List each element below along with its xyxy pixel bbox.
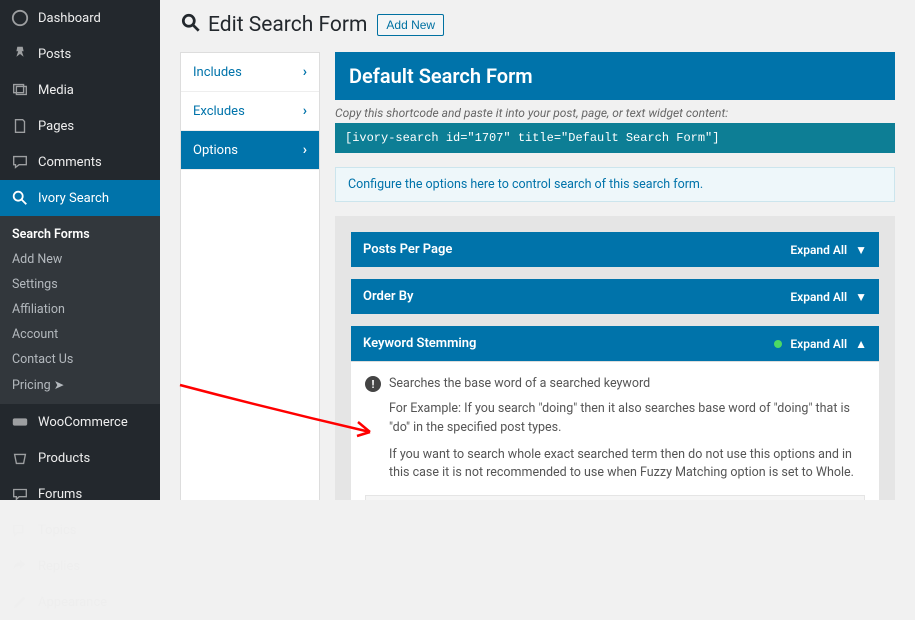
tab-excludes[interactable]: Excludes ›: [181, 92, 319, 131]
sidebar-label: Replies: [38, 559, 80, 574]
info-icon: !: [365, 376, 381, 392]
search-icon: [180, 12, 202, 38]
accordion-order-by[interactable]: Order By Expand All ▼: [351, 279, 879, 314]
submenu-add-new[interactable]: Add New: [0, 247, 160, 272]
expand-all-label: Expand All: [790, 243, 847, 257]
sidebar-label: Dashboard: [38, 11, 101, 26]
sidebar-label: Forums: [38, 487, 82, 502]
sidebar-label: WooCommerce: [38, 415, 128, 430]
appearance-icon: [10, 592, 30, 612]
pages-icon: [10, 116, 30, 136]
sidebar-item-replies[interactable]: Replies: [0, 548, 160, 584]
page-title: Edit Search Form: [208, 13, 367, 37]
admin-sidebar: Dashboard Posts Media Pages Comments Ivo…: [0, 0, 160, 500]
sidebar-item-products[interactable]: Products: [0, 440, 160, 476]
tabs-panel: Includes › Excludes › Options ›: [180, 52, 320, 500]
chevron-up-icon: ▲: [855, 337, 867, 351]
form-main: Default Search Form Copy this shortcode …: [335, 52, 895, 500]
sidebar-item-ivory-search[interactable]: Ivory Search: [0, 180, 160, 216]
shortcode-box[interactable]: [ivory-search id="1707" title="Default S…: [335, 123, 895, 153]
stemming-example: For Example: If you search "doing" then …: [389, 400, 865, 438]
forums-icon: [10, 484, 30, 504]
media-icon: [10, 80, 30, 100]
sidebar-label: Products: [38, 451, 90, 466]
comments-icon: [10, 152, 30, 172]
expand-all-label: Expand All: [790, 290, 847, 304]
chevron-right-icon: ›: [303, 64, 307, 80]
replies-icon: [10, 556, 30, 576]
sidebar-submenu: Search Forms Add New Settings Affiliatio…: [0, 216, 160, 404]
chevron-right-icon: ›: [303, 103, 307, 119]
toggle-block: Also search base word of searched keywor…: [365, 495, 865, 500]
search-icon: [10, 188, 30, 208]
submenu-contact-us[interactable]: Contact Us: [0, 347, 160, 372]
sidebar-item-media[interactable]: Media: [0, 72, 160, 108]
accordion-title: Order By: [363, 289, 413, 304]
sidebar-item-comments[interactable]: Comments: [0, 144, 160, 180]
tab-options[interactable]: Options ›: [181, 131, 319, 170]
page-header: Edit Search Form Add New: [180, 0, 895, 52]
sidebar-item-forums[interactable]: Forums: [0, 476, 160, 512]
sidebar-label: Ivory Search: [38, 191, 109, 206]
sidebar-label: Posts: [38, 47, 71, 62]
submenu-search-forms[interactable]: Search Forms: [0, 222, 160, 247]
expand-all-label: Expand All: [790, 337, 847, 351]
main-content: Edit Search Form Add New Includes › Exclu…: [160, 0, 915, 500]
chevron-down-icon: ▼: [855, 243, 867, 257]
sidebar-label: Pages: [38, 119, 74, 134]
tab-includes[interactable]: Includes ›: [181, 53, 319, 92]
submenu-account[interactable]: Account: [0, 322, 160, 347]
pin-icon: [10, 44, 30, 64]
accordion-body-keyword-stemming: ! Searches the base word of a searched k…: [351, 361, 879, 500]
accordion-keyword-stemming[interactable]: Keyword Stemming Expand All ▲: [351, 326, 879, 361]
add-new-button[interactable]: Add New: [377, 14, 444, 36]
sidebar-label: Topics: [38, 523, 77, 538]
sidebar-item-pages[interactable]: Pages: [0, 108, 160, 144]
sidebar-label: Comments: [38, 155, 102, 170]
stemming-desc: Searches the base word of a searched key…: [389, 376, 650, 391]
topics-icon: [10, 520, 30, 540]
options-area: Posts Per Page Expand All ▼ Order By Expa…: [335, 216, 895, 500]
form-title-bar: Default Search Form: [335, 52, 895, 100]
submenu-pricing[interactable]: Pricing ➤: [0, 372, 160, 398]
sidebar-item-topics[interactable]: Topics: [0, 512, 160, 548]
sidebar-label: Media: [38, 83, 74, 98]
tab-label: Options: [193, 143, 238, 158]
sidebar-item-appearance[interactable]: Appearance: [0, 584, 160, 620]
submenu-settings[interactable]: Settings: [0, 272, 160, 297]
dashboard-icon: [10, 8, 30, 28]
sidebar-item-woocommerce[interactable]: WooCommerce: [0, 404, 160, 440]
woo-icon: [10, 412, 30, 432]
tab-label: Includes: [193, 65, 242, 80]
sidebar-item-dashboard[interactable]: Dashboard: [0, 0, 160, 36]
sidebar-label: Appearance: [38, 595, 107, 610]
accordion-posts-per-page[interactable]: Posts Per Page Expand All ▼: [351, 232, 879, 267]
chevron-down-icon: ▼: [855, 290, 867, 304]
products-icon: [10, 448, 30, 468]
info-bar: Configure the options here to control se…: [335, 167, 895, 202]
accordion-title: Posts Per Page: [363, 242, 452, 257]
status-dot-icon: [774, 340, 782, 348]
shortcode-hint: Copy this shortcode and paste it into yo…: [335, 106, 895, 120]
stemming-note: If you want to search whole exact search…: [389, 446, 865, 484]
sidebar-item-posts[interactable]: Posts: [0, 36, 160, 72]
accordion-title: Keyword Stemming: [363, 336, 476, 351]
chevron-right-icon: ›: [303, 142, 307, 158]
submenu-affiliation[interactable]: Affiliation: [0, 297, 160, 322]
tab-label: Excludes: [193, 104, 245, 119]
